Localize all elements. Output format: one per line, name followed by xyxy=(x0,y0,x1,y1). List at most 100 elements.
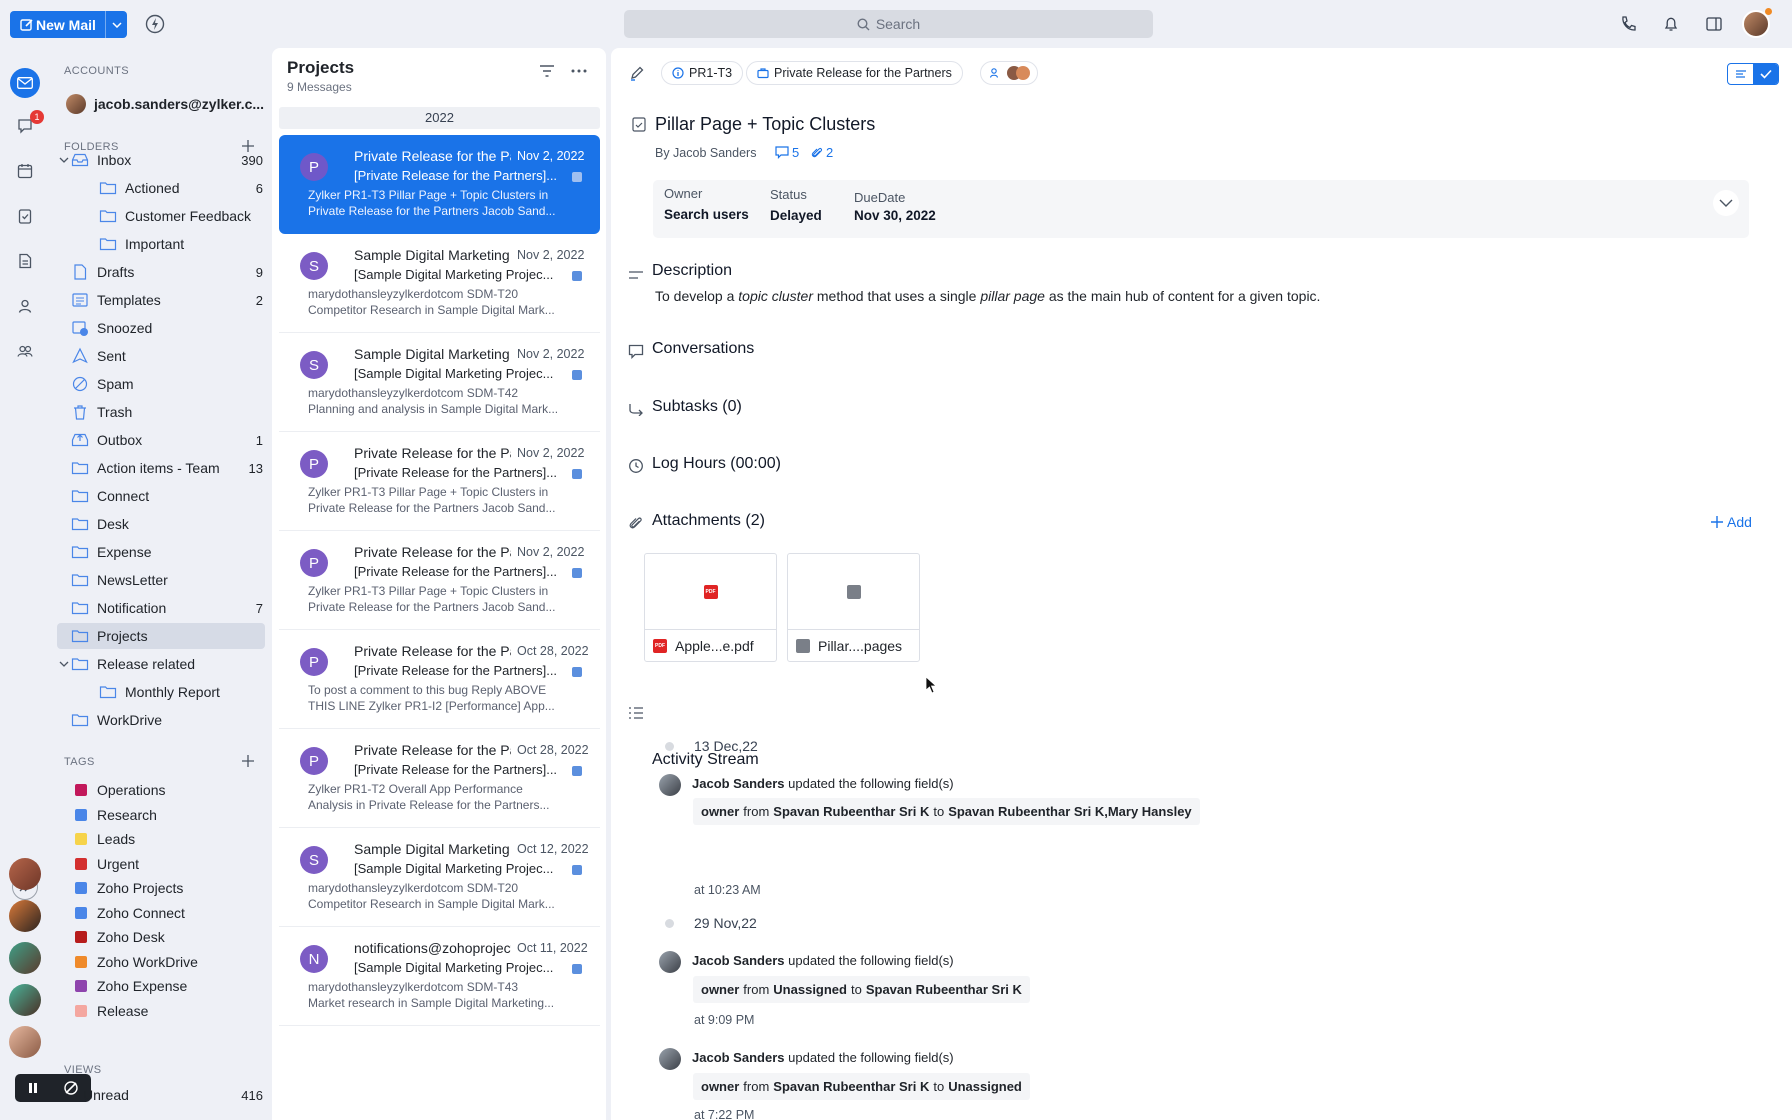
pdf-icon: PDF xyxy=(703,584,718,599)
contact-avatar[interactable] xyxy=(9,858,41,890)
new-mail-button[interactable]: New Mail xyxy=(10,11,127,38)
folder-item-outbox[interactable]: Outbox 1 xyxy=(57,427,265,453)
due-date-value[interactable]: Nov 30, 2022 xyxy=(854,208,936,223)
tag-item-zoho-projects[interactable]: Zoho Projects xyxy=(57,875,265,901)
folder-icon xyxy=(71,599,89,617)
folder-item-actioned[interactable]: Actioned 6 xyxy=(57,175,265,201)
tag-item-zoho-workdrive[interactable]: Zoho WorkDrive xyxy=(57,949,265,975)
message-row[interactable]: S Sample Digital Marketing Nov 2, 2022 [Sam… xyxy=(279,333,600,432)
tag-item-zoho-expense[interactable]: Zoho Expense xyxy=(57,973,265,999)
check-view-icon[interactable] xyxy=(1753,64,1778,84)
tag-item-research[interactable]: Research xyxy=(57,802,265,828)
attachment-thumbnail[interactable] xyxy=(788,554,919,630)
contact-avatar[interactable] xyxy=(9,984,41,1016)
search-bar[interactable]: Search xyxy=(624,10,1153,38)
message-row[interactable]: P Private Release for the Partners Oct 28,… xyxy=(279,630,600,729)
more-options-icon[interactable] xyxy=(570,62,588,80)
view-toggle[interactable] xyxy=(1727,63,1779,85)
log-hours-heading[interactable]: Log Hours (00:00) xyxy=(652,455,781,473)
view-unread[interactable]: Unread 416 xyxy=(57,1082,265,1108)
task-id-chip[interactable]: PR1-T3 xyxy=(661,61,744,85)
calendar-icon[interactable] xyxy=(13,159,37,183)
folder-item-customer-feedback[interactable]: Customer Feedback xyxy=(57,203,265,229)
tag-item-zoho-desk[interactable]: Zoho Desk xyxy=(57,924,265,950)
folder-item-important[interactable]: Important xyxy=(57,231,265,257)
message-preview: Zylker PR1-T3 Pillar Page + Topic Cluste… xyxy=(308,188,549,202)
folder-item-monthly-report[interactable]: Monthly Report xyxy=(57,679,265,705)
task-title: Pillar Page + Topic Clusters xyxy=(655,114,876,134)
pause-icon[interactable] xyxy=(27,1082,39,1094)
tag-item-zoho-connect[interactable]: Zoho Connect xyxy=(57,900,265,926)
folder-item-action-items-team[interactable]: Action items - Team 13 xyxy=(57,455,265,481)
message-row[interactable]: S Sample Digital Marketing Nov 2, 2022 [Sam… xyxy=(279,234,600,333)
folder-item-snoozed[interactable]: Snoozed xyxy=(57,315,265,341)
folder-item-trash[interactable]: Trash xyxy=(57,399,265,425)
tag-item-leads[interactable]: Leads xyxy=(57,826,265,852)
notes-icon[interactable] xyxy=(13,249,37,273)
project-chip[interactable]: Private Release for the Partners xyxy=(746,61,963,85)
folder-item-connect[interactable]: Connect xyxy=(57,483,265,509)
tag-flag xyxy=(572,766,582,776)
status-value[interactable]: Delayed xyxy=(770,208,822,223)
layout-panel-icon[interactable] xyxy=(1703,13,1725,35)
message-row[interactable]: P Private Release for the Partners Nov 2, … xyxy=(279,135,600,234)
account-item[interactable]: jacob.sanders@zylker.c... xyxy=(66,94,264,114)
mail-app-icon[interactable] xyxy=(10,68,40,98)
attachment-name-row: PDF Apple...e.pdf xyxy=(653,638,754,654)
phone-icon[interactable] xyxy=(1617,13,1639,35)
tasks-icon[interactable] xyxy=(13,204,37,228)
tag-item-release[interactable]: Release xyxy=(57,998,265,1024)
message-row[interactable]: P Private Release for the Partners Nov 2, … xyxy=(279,531,600,630)
from-word: from xyxy=(743,982,770,997)
folder-item-release-related[interactable]: Release related xyxy=(57,651,265,677)
attachments-count-link[interactable]: 2 xyxy=(811,145,833,160)
chevron-down-icon[interactable] xyxy=(105,11,127,38)
filter-icon[interactable] xyxy=(538,62,556,80)
list-view-icon[interactable] xyxy=(1728,64,1753,84)
assignees-chip[interactable] xyxy=(980,61,1038,85)
bell-icon[interactable] xyxy=(1660,13,1682,35)
contact-avatar[interactable] xyxy=(9,900,41,932)
chevron-down-icon[interactable] xyxy=(1713,190,1739,216)
folder-item-expense[interactable]: Expense xyxy=(57,539,265,565)
template-icon xyxy=(71,291,89,309)
groups-icon[interactable] xyxy=(13,339,37,363)
contact-avatar[interactable] xyxy=(9,942,41,974)
attachment-card[interactable]: Pillar....pages xyxy=(787,553,920,662)
old-value: Spavan Rubeenthar Sri K xyxy=(773,804,930,819)
message-date: Oct 28, 2022 xyxy=(517,644,589,658)
tag-item-urgent[interactable]: Urgent xyxy=(57,851,265,877)
message-row[interactable]: S Sample Digital Marketing Oct 12, 2022 [Sa… xyxy=(279,828,600,927)
folder-item-workdrive[interactable]: WorkDrive xyxy=(57,707,265,733)
folder-item-sent[interactable]: Sent xyxy=(57,343,265,369)
folder-item-desk[interactable]: Desk xyxy=(57,511,265,537)
chevron-down-icon[interactable] xyxy=(57,657,71,671)
contact-avatar[interactable] xyxy=(9,1026,41,1058)
attachment-thumbnail[interactable]: PDF xyxy=(645,554,776,630)
chevron-down-icon[interactable] xyxy=(57,153,71,167)
folder-item-drafts[interactable]: Drafts 9 xyxy=(57,259,265,285)
folder-item-inbox[interactable]: Inbox 390 xyxy=(57,147,265,173)
message-preview: marydothansleyzylkerdotcom SDM-T20 xyxy=(308,881,519,895)
attachment-card[interactable]: PDF PDF Apple...e.pdf xyxy=(644,553,777,662)
changed-field: owner xyxy=(701,804,740,819)
message-row[interactable]: P Private Release for the Partners Nov 2, … xyxy=(279,432,600,531)
folder-item-projects[interactable]: Projects xyxy=(57,623,265,649)
add-attachment-button[interactable]: Add xyxy=(1711,514,1752,530)
conversations-heading[interactable]: Conversations xyxy=(652,340,754,358)
folder-item-newsletter[interactable]: NewsLetter xyxy=(57,567,265,593)
contacts-icon[interactable] xyxy=(13,294,37,318)
folder-item-templates[interactable]: Templates 2 xyxy=(57,287,265,313)
owner-value[interactable]: Search users xyxy=(664,207,749,222)
subtasks-heading[interactable]: Subtasks (0) xyxy=(652,398,742,416)
add-tag-icon[interactable] xyxy=(241,754,255,768)
folder-item-notification[interactable]: Notification 7 xyxy=(57,595,265,621)
edit-icon[interactable] xyxy=(628,64,646,82)
message-row[interactable]: Nnotifications@zohoprojects.com Oct 11, 2… xyxy=(279,927,600,1026)
folder-item-spam[interactable]: Spam xyxy=(57,371,265,397)
tag-item-operations[interactable]: Operations xyxy=(57,777,265,803)
comments-count-link[interactable]: 5 xyxy=(775,145,799,160)
lightning-icon[interactable] xyxy=(144,13,166,35)
message-row[interactable]: P Private Release for the Partners Oct 28,… xyxy=(279,729,600,828)
folder-icon xyxy=(71,487,89,505)
